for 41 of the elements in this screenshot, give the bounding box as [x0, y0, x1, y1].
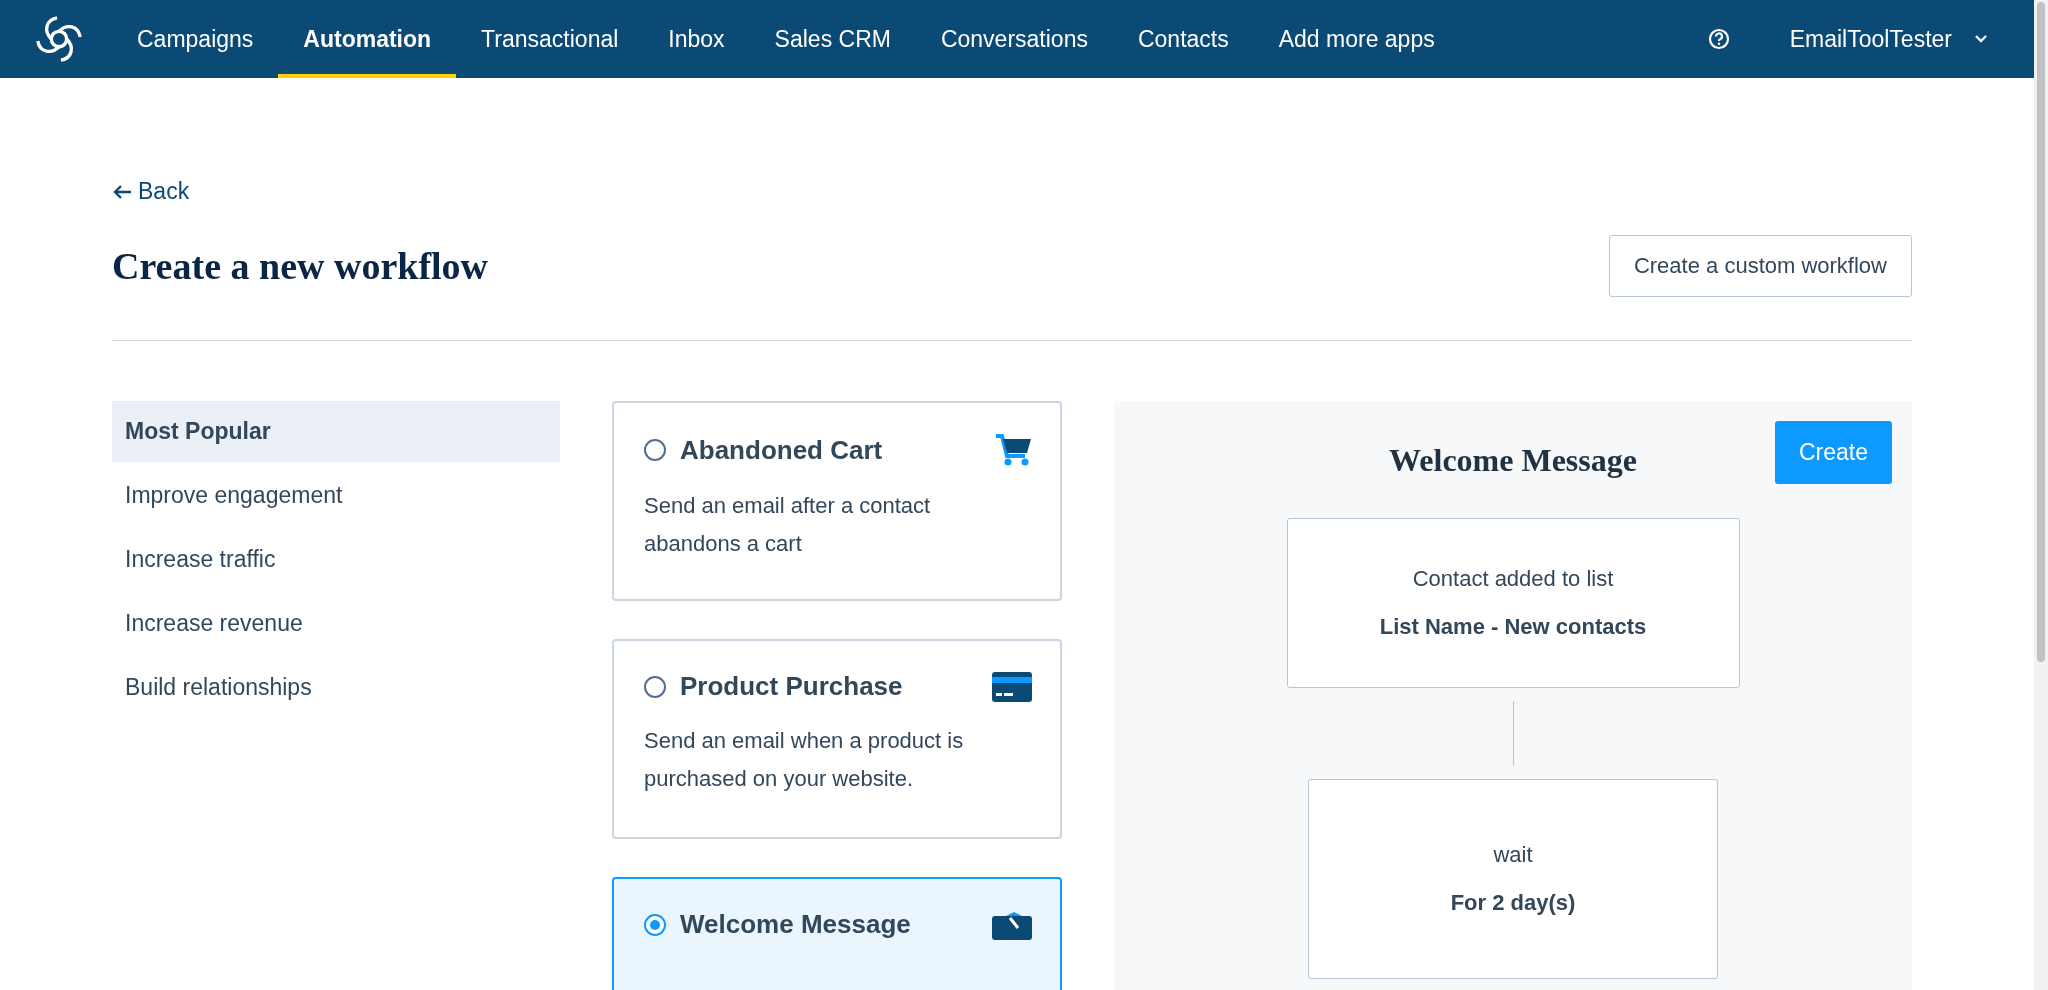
template-card[interactable]: Abandoned Cart Send an email after a contact abandons a cart	[612, 401, 1062, 601]
chevron-down-icon	[1974, 34, 1988, 44]
help-icon[interactable]	[1707, 28, 1730, 50]
nav-tab[interactable]: Automation	[278, 0, 457, 78]
template-description: Send an email when a product is purchased on your website.	[644, 727, 965, 793]
category-item[interactable]: Build relationships	[112, 657, 560, 718]
template-card[interactable]: Welcome Message	[612, 877, 1062, 990]
nav-tab[interactable]: Campaigns	[112, 0, 279, 78]
step-label: Contact added to list	[1412, 566, 1614, 592]
radio-button[interactable]	[644, 675, 666, 698]
back-link[interactable]: Back	[112, 178, 190, 205]
step-label: wait	[1493, 842, 1533, 868]
page-title: Create a new workflow	[112, 244, 489, 288]
arrow-left-icon	[112, 183, 132, 200]
shopping-cart-icon	[994, 433, 1032, 467]
template-title: Product Purchase	[680, 671, 903, 702]
category-item[interactable]: Most Popular	[112, 401, 560, 462]
radio-button[interactable]	[644, 913, 666, 936]
radio-button[interactable]	[644, 439, 666, 461]
logo-icon[interactable]	[33, 14, 85, 64]
template-card[interactable]: Product Purchase Send an email when a product is purchased on your website.	[612, 639, 1062, 839]
credit-card-icon	[992, 671, 1032, 702]
template-title: Welcome Message	[680, 909, 911, 940]
preview-title: Welcome Message	[1389, 441, 1637, 479]
nav-tab[interactable]: Conversations	[915, 0, 1113, 78]
nav-tab[interactable]: Sales CRM	[749, 0, 916, 78]
nav-tab[interactable]: Inbox	[643, 0, 750, 78]
category-item[interactable]: Improve engagement	[112, 465, 560, 526]
create-custom-workflow-button[interactable]: Create a custom workflow	[1608, 235, 1912, 297]
template-title: Abandoned Cart	[680, 434, 883, 466]
nav-tab[interactable]: Contacts	[1112, 0, 1254, 78]
account-menu[interactable]: EmailToolTester	[1789, 25, 1988, 53]
connector-line	[1512, 701, 1514, 766]
scrollbar[interactable]	[2034, 0, 2048, 990]
step-value: For 2 day(s)	[1450, 890, 1576, 916]
step-value: List Name - New contacts	[1379, 614, 1647, 640]
nav-tab[interactable]: Add more apps	[1253, 0, 1460, 78]
template-description: Send an email after a contact abandons a cart	[644, 492, 932, 558]
nav-tab[interactable]: Transactional	[456, 0, 644, 78]
category-item[interactable]: Increase traffic	[112, 529, 560, 590]
category-item[interactable]: Increase revenue	[112, 593, 560, 654]
